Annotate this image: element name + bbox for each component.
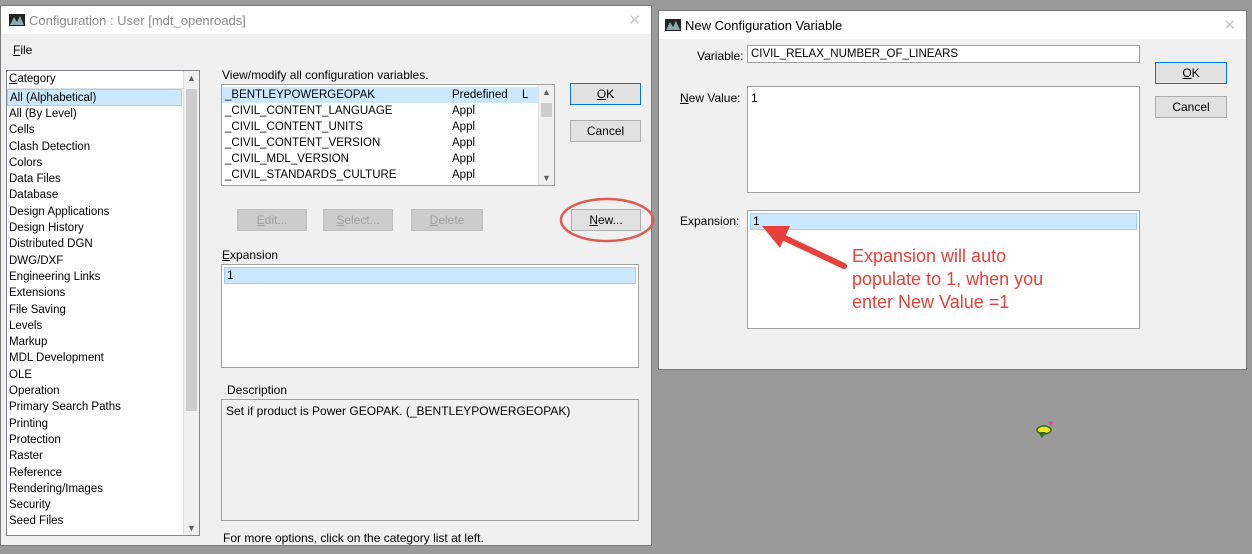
variable-name: _CIVIL_CONTENT_LANGUAGE [225, 105, 393, 117]
category-item[interactable]: Protection [7, 432, 199, 448]
category-item[interactable]: Data Files [7, 171, 199, 187]
category-item[interactable]: Raster [7, 448, 199, 464]
ok-button[interactable]: OK [1155, 62, 1227, 84]
expansion-label: Expansion [222, 248, 279, 262]
footer-hint: For more options, click on the category … [223, 531, 484, 545]
category-item[interactable]: Levels [7, 318, 199, 334]
configuration-window: Configuration : User [mdt_openroads] ✕ F… [0, 5, 652, 546]
variable-level: Predefined [452, 89, 508, 101]
variable-name: _CIVIL_CONTENT_VERSION [225, 137, 381, 149]
expansion-label: Expansion: [680, 214, 740, 228]
category-item[interactable]: All (Alphabetical) [7, 89, 182, 106]
close-icon[interactable]: ✕ [628, 11, 641, 29]
annotation-line-3: enter New Value =1 [852, 292, 1010, 312]
description-label-text: Description [227, 383, 288, 397]
variable-input-value: CIVIL_RELAX_NUMBER_OF_LINEARS [751, 48, 959, 60]
category-item[interactable]: Seed Files [7, 513, 199, 529]
menu-file[interactable]: File [13, 43, 32, 57]
cancel-button[interactable]: Cancel [1155, 96, 1227, 118]
category-item[interactable]: OLE [7, 367, 199, 383]
category-item[interactable]: Printing [7, 416, 199, 432]
category-item[interactable]: Primary Search Paths [7, 399, 199, 415]
category-item[interactable]: Cells [7, 122, 199, 138]
scroll-up-icon[interactable]: ▲ [539, 87, 554, 97]
variable-level: Appl [452, 153, 476, 165]
variable-row[interactable]: _CIVIL_STANDARDS_CULTURE Appl [222, 167, 554, 183]
variable-label: Variable: [697, 49, 744, 63]
category-item[interactable]: Security [7, 497, 199, 513]
variable-scrollbar[interactable]: ▲ ▼ [538, 85, 554, 185]
configuration-titlebar: Configuration : User [mdt_openroads] ✕ [1, 6, 651, 34]
description-field: Set if product is Power GEOPAK. (_BENTLE… [221, 399, 639, 521]
category-item[interactable]: Clash Detection [7, 139, 199, 155]
annotation-line-1: Expansion will auto [852, 246, 1007, 266]
bentley-app-icon [665, 19, 681, 31]
category-item[interactable]: All (By Level) [7, 106, 199, 122]
category-item[interactable]: File Saving [7, 302, 199, 318]
scroll-up-icon[interactable]: ▲ [184, 73, 199, 83]
category-scrollbar[interactable]: ▲ ▼ [183, 71, 199, 535]
variable-level: Appl [452, 169, 476, 181]
variable-row[interactable]: _CIVIL_CONTENT_VERSION Appl [222, 135, 554, 151]
expansion-value: 1 [224, 267, 636, 284]
category-item[interactable]: Design Applications [7, 204, 199, 220]
category-item[interactable]: Database [7, 187, 199, 203]
scroll-thumb[interactable] [186, 89, 197, 411]
variable-row[interactable]: _CIVIL_CONTENT_UNITS Appl [222, 119, 554, 135]
description-value: Set if product is Power GEOPAK. (_BENTLE… [226, 404, 571, 418]
scroll-down-icon[interactable]: ▼ [184, 523, 199, 533]
variable-name: _CIVIL_CONTENT_UNITS [225, 121, 364, 133]
category-item[interactable]: Extensions [7, 285, 199, 301]
description-label: Description [227, 383, 287, 397]
category-items: All (Alphabetical) All (By Level) Cells Cla… [7, 89, 199, 530]
new-variable-titlebar: New Configuration Variable ✕ [659, 11, 1246, 39]
variable-row[interactable]: _CIVIL_CONTENT_LANGUAGE Appl [222, 103, 554, 119]
variable-level: Appl [452, 137, 476, 149]
expansion-field: 1 [221, 264, 639, 368]
delete-button[interactable]: Delete [411, 209, 483, 231]
annotation-line-2: populate to 1, when you [852, 269, 1044, 289]
category-item[interactable]: Rendering/Images [7, 481, 199, 497]
ufo-cursor-icon [1036, 421, 1053, 438]
scroll-thumb[interactable] [541, 103, 552, 117]
cancel-button[interactable]: Cancel [570, 120, 641, 142]
variable-name: _CIVIL_MDL_VERSION [225, 153, 349, 165]
category-item[interactable]: MDL Development [7, 350, 199, 366]
category-item[interactable]: Design History [7, 220, 199, 236]
configuration-title: Configuration : User [mdt_openroads] [29, 13, 246, 28]
variable-level: Appl [452, 105, 476, 117]
variable-row[interactable]: _CIVIL_MDL_VERSION Appl [222, 151, 554, 167]
category-header: Category [7, 71, 199, 89]
annotation-arrow [762, 226, 847, 269]
category-item[interactable]: Markup [7, 334, 199, 350]
new-value-text: 1 [751, 91, 758, 105]
category-item[interactable]: Distributed DGN [7, 236, 199, 252]
new-config-variable-dialog: New Configuration Variable ✕ Variable: C… [658, 10, 1247, 370]
category-item[interactable]: Engineering Links [7, 269, 199, 285]
category-item[interactable]: Operation [7, 383, 199, 399]
category-list[interactable]: Category All (Alphabetical) All (By Level… [6, 70, 200, 536]
variable-level: Appl [452, 121, 476, 133]
annotation-text: Expansion will auto populate to 1, when … [852, 245, 1043, 314]
variable-input[interactable]: CIVIL_RELAX_NUMBER_OF_LINEARS [747, 45, 1140, 63]
close-icon[interactable]: ✕ [1223, 16, 1236, 34]
bentley-app-icon [9, 14, 25, 26]
category-item[interactable]: DWG/DXF [7, 253, 199, 269]
new-variable-title: New Configuration Variable [685, 18, 843, 33]
category-item[interactable]: Colors [7, 155, 199, 171]
variable-name: _CIVIL_STANDARDS_CULTURE [225, 169, 397, 181]
ok-button[interactable]: OK [570, 83, 641, 105]
edit-button[interactable]: Edit... [237, 209, 307, 231]
highlight-circle [559, 197, 655, 243]
variable-lock: L [522, 89, 529, 101]
variable-name: _BENTLEYPOWERGEOPAK [225, 89, 375, 101]
new-value-label: New Value: [680, 91, 741, 105]
variable-row[interactable]: _BENTLEYPOWERGEOPAK Predefined L [222, 87, 538, 103]
new-value-input[interactable]: 1 [747, 86, 1140, 193]
select-button[interactable]: Select... [323, 209, 393, 231]
view-modify-label: View/modify all configuration variables. [222, 68, 429, 82]
scroll-down-icon[interactable]: ▼ [539, 173, 554, 183]
category-item[interactable]: Reference [7, 465, 199, 481]
variable-list[interactable]: _BENTLEYPOWERGEOPAK Predefined L _CIVIL_CON… [221, 84, 555, 186]
